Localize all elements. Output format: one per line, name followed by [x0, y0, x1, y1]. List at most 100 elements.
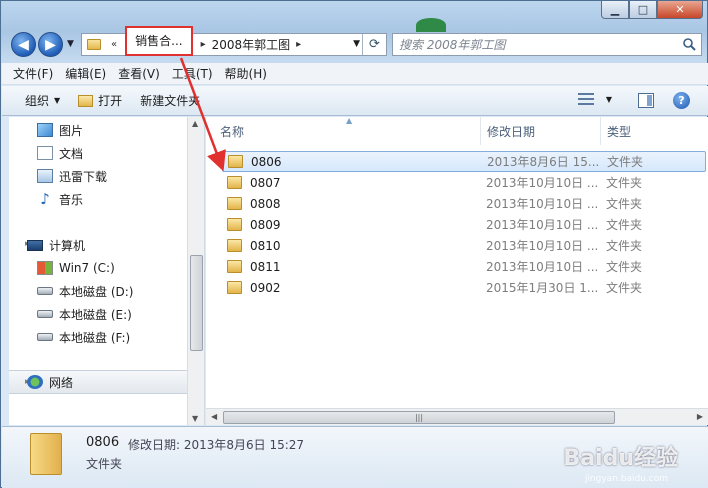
file-name: 0810: [250, 238, 281, 253]
file-list: ▲ 名称 修改日期 类型 0806 2013年8月6日 15... 文件夹 08…: [206, 116, 708, 425]
open-button[interactable]: 打开: [69, 89, 131, 113]
nav-item-pictures[interactable]: 图片: [37, 120, 83, 140]
chevron-right-icon[interactable]: ▸: [296, 39, 301, 50]
scroll-left-icon[interactable]: ◀: [211, 412, 217, 421]
column-label: 名称: [220, 124, 245, 139]
file-row[interactable]: 0807 2013年10月10日 ... 文件夹: [222, 172, 706, 193]
column-label: 类型: [607, 124, 632, 139]
search-input[interactable]: 搜索 2008年郭工图: [392, 33, 702, 56]
command-bar: 组织 ▼ 打开 新建文件夹 ▼ ?: [2, 86, 708, 116]
forward-button[interactable]: ▶: [38, 32, 63, 57]
navigation-pane: 图片 文档 迅雷下载 ♪ 音乐 ▸ 计算机 Win7 (C:) 本地磁盘 (D:…: [9, 117, 205, 425]
watermark-url: jingyan.baidu.com: [584, 474, 668, 484]
file-type: 文件夹: [606, 197, 643, 211]
file-name: 0807: [250, 175, 281, 190]
file-row[interactable]: 0811 2013年10月10日 ... 文件夹: [222, 256, 706, 277]
window-caption-buttons: ▁ □ ✕: [601, 1, 703, 19]
scrollbar-thumb[interactable]: |||: [223, 411, 615, 424]
scroll-down-icon[interactable]: ▼: [192, 414, 198, 423]
menu-file[interactable]: 文件(F): [8, 65, 58, 82]
file-type: 文件夹: [606, 239, 643, 253]
navigation-bar: ◀ ▶ ▼ « 销售合... ▸ 2008年郭工图 ▸ ▼ ⟳ 搜索 2008年…: [9, 25, 702, 57]
file-list-scrollbar[interactable]: ◀ ||| ▶: [206, 408, 708, 425]
minimize-button[interactable]: ▁: [601, 1, 629, 19]
nav-pane-scrollbar[interactable]: ▲ ▼: [187, 117, 204, 425]
pictures-icon: [37, 123, 53, 137]
scroll-up-icon[interactable]: ▲: [192, 119, 198, 128]
file-row[interactable]: 0809 2013年10月10日 ... 文件夹: [222, 214, 706, 235]
file-date: 2013年10月10日 ...: [486, 218, 599, 232]
file-row[interactable]: 0902 2015年1月30日 1... 文件夹: [222, 277, 706, 298]
file-type: 文件夹: [606, 281, 643, 295]
menu-help[interactable]: 帮助(H): [220, 65, 272, 82]
details-type: 文件夹: [86, 457, 123, 471]
change-view-button[interactable]: ▼: [577, 91, 612, 107]
downloads-icon: [37, 169, 53, 183]
column-header-date[interactable]: 修改日期: [481, 117, 601, 145]
new-folder-button[interactable]: 新建文件夹: [131, 89, 209, 113]
nav-item-drive-c[interactable]: Win7 (C:): [37, 258, 115, 278]
nav-item-music[interactable]: ♪ 音乐: [37, 189, 83, 209]
folder-icon: [227, 218, 242, 231]
file-row[interactable]: 0810 2013年10月10日 ... 文件夹: [222, 235, 706, 256]
details-pane: 0806 修改日期: 2013年8月6日 15:27 文件夹 Baidu经验 j…: [2, 426, 708, 488]
scrollbar-thumb[interactable]: [190, 255, 203, 351]
view-list-icon: [577, 91, 594, 107]
file-name: 0806: [251, 154, 282, 169]
nav-item-label: 计算机: [49, 238, 86, 253]
file-row[interactable]: 0808 2013年10月10日 ... 文件夹: [222, 193, 706, 214]
new-folder-label: 新建文件夹: [140, 94, 201, 108]
open-label: 打开: [98, 94, 123, 108]
file-date: 2013年10月10日 ...: [486, 197, 599, 211]
computer-icon: [27, 239, 43, 251]
file-name: 0811: [250, 259, 281, 274]
file-date: 2013年8月6日 15...: [487, 155, 600, 169]
menu-bar: 文件(F) 编辑(E) 查看(V) 工具(T) 帮助(H): [2, 63, 708, 85]
nav-item-label: 本地磁盘 (E:): [59, 307, 132, 322]
music-icon: ♪: [40, 190, 50, 208]
chevron-down-icon[interactable]: ▼: [606, 95, 612, 104]
drive-icon: [37, 310, 53, 318]
file-row[interactable]: 0806 2013年8月6日 15... 文件夹: [222, 151, 706, 172]
nav-item-drive-e[interactable]: 本地磁盘 (E:): [37, 304, 132, 324]
help-icon[interactable]: ?: [673, 92, 690, 109]
menu-tools[interactable]: 工具(T): [167, 65, 218, 82]
chevron-down-icon: ▼: [54, 96, 61, 105]
organize-button[interactable]: 组织 ▼: [16, 89, 69, 113]
breadcrumb-current[interactable]: 2008年郭工图: [210, 36, 293, 53]
address-dropdown-icon[interactable]: ▼: [353, 39, 360, 49]
maximize-button[interactable]: □: [629, 1, 657, 19]
file-name: 0808: [250, 196, 281, 211]
nav-item-drive-d[interactable]: 本地磁盘 (D:): [37, 281, 133, 301]
folder-icon: [227, 176, 242, 189]
nav-item-documents[interactable]: 文档: [37, 143, 83, 163]
scroll-right-icon[interactable]: ▶: [697, 412, 703, 421]
file-type: 文件夹: [607, 155, 644, 169]
folder-icon: [228, 155, 243, 168]
breadcrumb-parent[interactable]: 销售合...: [125, 25, 193, 56]
menu-view[interactable]: 查看(V): [113, 65, 165, 82]
file-date: 2013年10月10日 ...: [486, 239, 599, 253]
nav-item-computer[interactable]: 计算机: [27, 235, 85, 255]
file-type: 文件夹: [606, 260, 643, 274]
recent-pages-dropdown[interactable]: ▼: [67, 39, 74, 49]
drive-icon: [37, 287, 53, 295]
menu-edit[interactable]: 编辑(E): [60, 65, 111, 82]
address-bar[interactable]: « 销售合... ▸ 2008年郭工图 ▸ ▼ ⟳: [81, 25, 387, 56]
column-header-name[interactable]: ▲ 名称: [206, 116, 481, 145]
chevron-right-icon[interactable]: ▸: [201, 39, 206, 50]
close-button[interactable]: ✕: [657, 1, 703, 19]
nav-item-label: 音乐: [59, 192, 84, 207]
breadcrumb-overflow-icon[interactable]: «: [111, 39, 117, 50]
search-icon[interactable]: [682, 37, 696, 51]
preview-pane-icon[interactable]: [638, 93, 654, 108]
nav-item-network[interactable]: 网络: [27, 372, 73, 392]
nav-item-thunder-downloads[interactable]: 迅雷下载: [37, 166, 107, 186]
organize-label: 组织: [25, 94, 50, 108]
watermark-logo: Baidu经验: [563, 446, 678, 471]
nav-item-drive-f[interactable]: 本地磁盘 (F:): [37, 327, 130, 347]
refresh-icon[interactable]: ⟳: [362, 34, 386, 55]
details-name: 0806: [86, 435, 120, 450]
back-button[interactable]: ◀: [11, 32, 36, 57]
column-header-type[interactable]: 类型: [601, 117, 708, 145]
